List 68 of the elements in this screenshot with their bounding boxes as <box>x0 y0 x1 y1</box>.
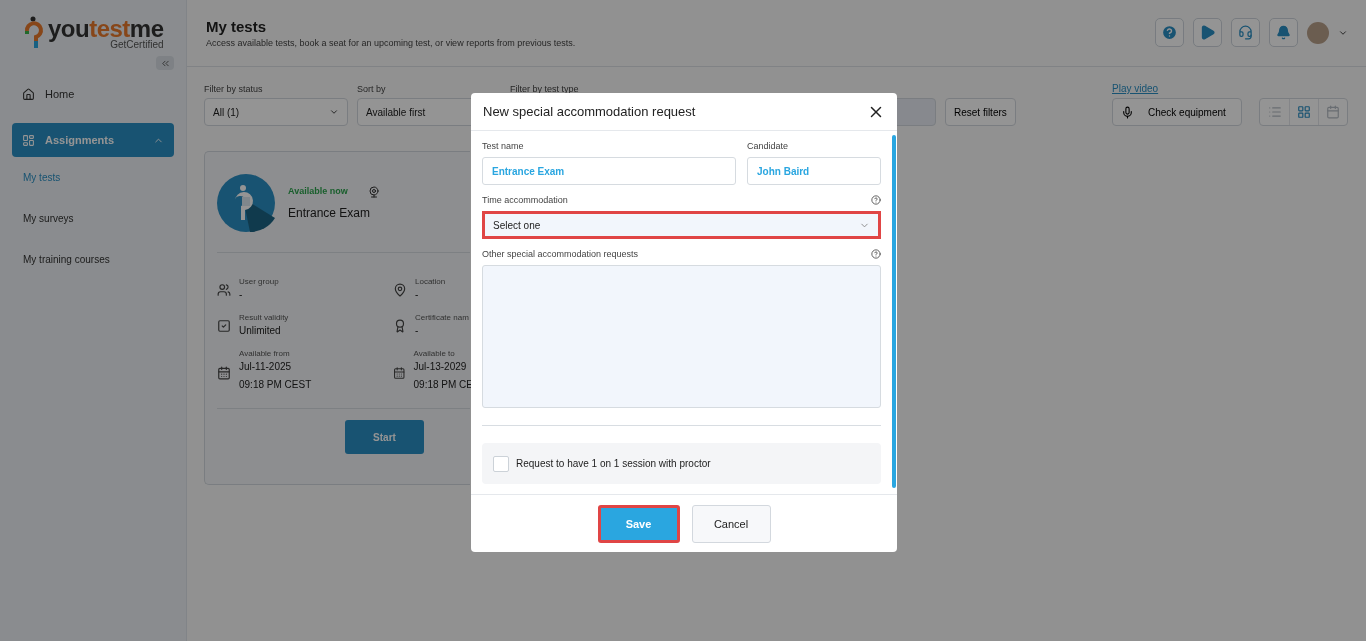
nav-group[interactable]: Assignments <box>12 123 174 157</box>
reset-filters-button[interactable]: Reset filters <box>945 98 1016 126</box>
collapse-button[interactable] <box>156 56 174 70</box>
page-title: My tests <box>206 18 268 35</box>
checkbox-label: Request to have 1 on 1 session with proctor <box>516 458 711 469</box>
start-button[interactable]: Start <box>345 420 424 454</box>
help-icon <box>871 195 881 205</box>
play-video-link[interactable]: Play video <box>1112 83 1242 94</box>
avatar[interactable] <box>1307 21 1329 44</box>
detail-label: Available from <box>239 349 291 358</box>
field-label: Time accommodation <box>482 195 568 205</box>
headset-button[interactable] <box>1231 18 1260 47</box>
map-pin-icon <box>393 283 407 297</box>
users-icon <box>217 283 231 297</box>
field-label: Candidate <box>747 141 789 151</box>
detail-label: Location <box>415 277 446 286</box>
detail-value: Jul-13-2029 <box>413 361 468 372</box>
logo-tagline: GetCertified <box>109 39 164 50</box>
play-icon <box>1199 24 1216 41</box>
chevron-down-icon <box>329 107 339 117</box>
field-label: Filter by status <box>204 84 264 94</box>
test-name: Entrance Exam <box>288 206 372 220</box>
dashboard-icon <box>22 133 35 147</box>
calendar-icon <box>1326 105 1340 119</box>
save-button[interactable]: Save <box>597 504 680 543</box>
award-icon <box>393 319 407 333</box>
status-select[interactable]: All (1) <box>204 98 348 126</box>
field-label: Sort by <box>357 84 387 94</box>
field-label: Other special accommodation requests <box>482 249 639 259</box>
test-name-field[interactable]: Entrance Exam <box>482 157 736 185</box>
webcam-icon <box>367 186 380 198</box>
help-icon <box>871 249 881 259</box>
detail-value: Jul-11-2025 <box>239 361 293 372</box>
home-icon <box>22 87 35 101</box>
calendar-icon <box>393 365 406 380</box>
time-accommodation-select[interactable]: Select one <box>482 211 881 239</box>
detail-value: - <box>239 289 244 300</box>
page-subtitle: Access available tests, book a seat for an upcoming test, or view reports from previous tests. <box>206 38 576 48</box>
checkbox-icon <box>217 319 231 333</box>
field-label: Test name <box>482 141 524 151</box>
bell-icon <box>1276 25 1291 40</box>
list-icon <box>1267 105 1282 119</box>
nav-subitem[interactable]: My tests <box>12 157 174 198</box>
detail-value: - <box>415 289 420 300</box>
nav-item[interactable]: Home <box>12 77 174 111</box>
cancel-button[interactable]: Cancel <box>691 504 771 543</box>
check-equipment-button[interactable]: Check equipment <box>1112 98 1242 126</box>
detail-value: Unlimited <box>239 325 282 336</box>
nav-subitem[interactable]: My surveys <box>12 198 174 239</box>
detail-label: Available to <box>413 349 456 358</box>
help-icon <box>1161 24 1178 41</box>
calendar-icon <box>217 365 231 380</box>
microphone-icon <box>1121 105 1134 119</box>
help-button[interactable] <box>1155 18 1184 47</box>
detail-time: 09:18 PM CEST <box>239 379 312 390</box>
detail-label: Certificate nam <box>415 313 469 322</box>
grid-icon <box>1297 105 1311 119</box>
test-avatar-icon <box>217 174 275 232</box>
play-button[interactable] <box>1193 18 1222 47</box>
checkbox[interactable] <box>493 455 509 472</box>
nav-subitem[interactable]: My training courses <box>12 239 174 280</box>
candidate-field[interactable]: John Baird <box>747 157 881 185</box>
status-label: Available now <box>288 186 348 198</box>
detail-label: User group <box>239 277 279 286</box>
detail-value: - <box>415 325 420 336</box>
detail-label: Result validity <box>239 313 289 322</box>
headset-icon <box>1238 25 1253 40</box>
bell-button[interactable] <box>1269 18 1298 47</box>
